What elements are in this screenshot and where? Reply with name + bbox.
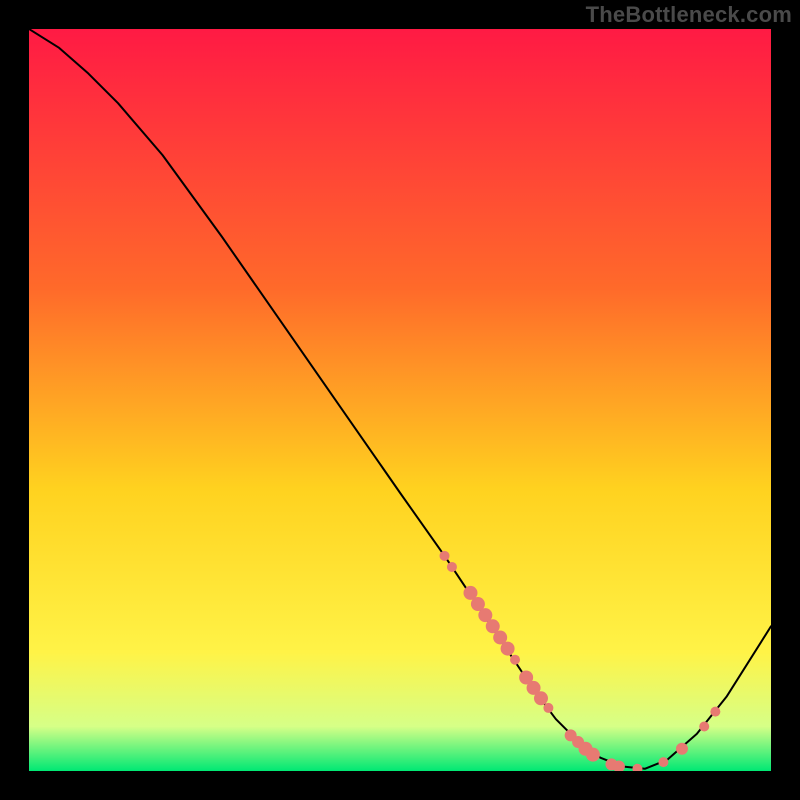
chart-svg — [29, 29, 771, 771]
curve-marker — [543, 703, 553, 713]
watermark-text: TheBottleneck.com — [586, 2, 792, 28]
curve-marker — [501, 642, 515, 656]
gradient-background — [29, 29, 771, 771]
curve-marker — [586, 748, 600, 762]
curve-marker — [440, 551, 450, 561]
curve-marker — [699, 721, 709, 731]
curve-marker — [658, 757, 668, 767]
curve-marker — [676, 743, 688, 755]
curve-marker — [710, 707, 720, 717]
curve-marker — [447, 562, 457, 572]
curve-marker — [510, 655, 520, 665]
curve-marker — [534, 691, 548, 705]
plot-area — [29, 29, 771, 771]
chart-frame: TheBottleneck.com — [0, 0, 800, 800]
